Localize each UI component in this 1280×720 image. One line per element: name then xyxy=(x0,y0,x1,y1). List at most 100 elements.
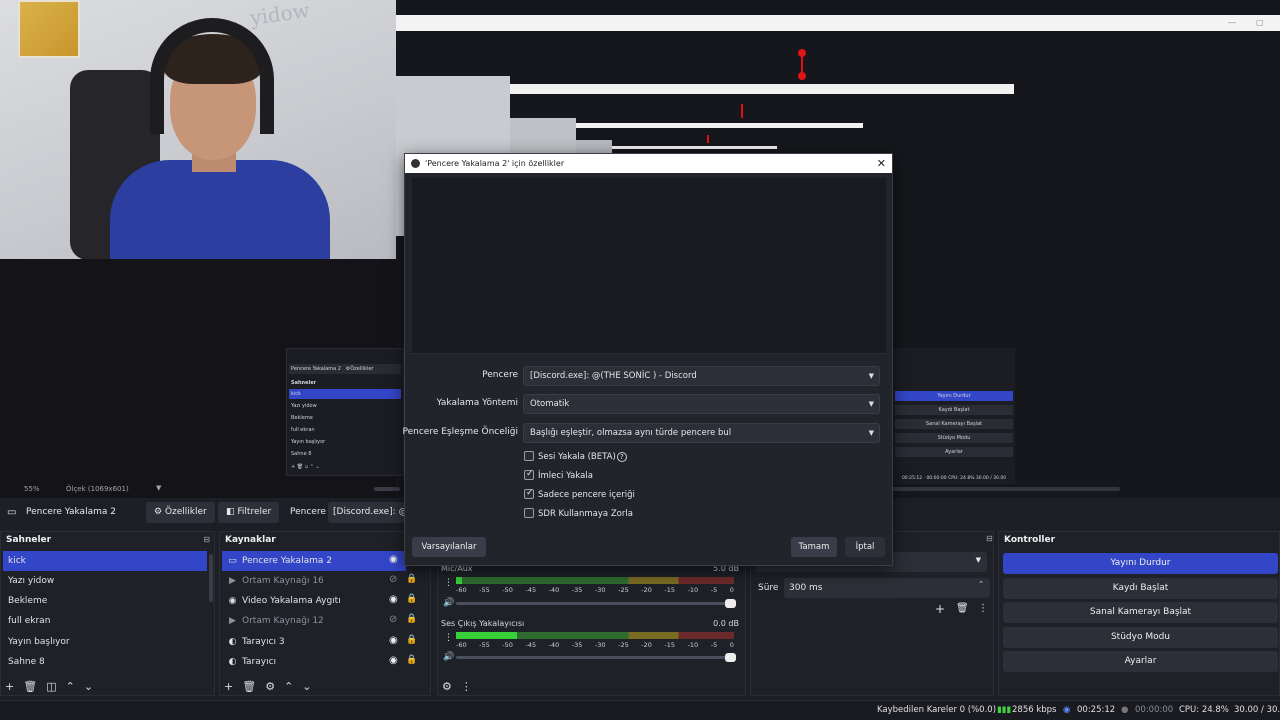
checkbox-box[interactable] xyxy=(524,487,534,499)
horizontal-scrollbar[interactable] xyxy=(374,487,400,491)
add-icon[interactable]: + xyxy=(224,680,233,693)
window-label: Pencere xyxy=(482,370,518,380)
properties-button[interactable]: ⚙ Özellikler xyxy=(146,502,215,523)
gear-icon[interactable]: ⚙ xyxy=(265,680,275,693)
settings-button[interactable]: Ayarlar xyxy=(1003,651,1278,672)
add-icon[interactable]: + xyxy=(5,680,14,693)
close-icon[interactable]: ✕ xyxy=(877,154,886,173)
volume-meter xyxy=(456,632,734,639)
source-label: Video Yakalama Aygıtı xyxy=(242,596,341,606)
trash-icon[interactable]: 🗑 xyxy=(242,680,256,693)
chevron-down-icon[interactable]: ⌄ xyxy=(84,680,93,693)
volume-meter xyxy=(456,577,734,584)
scene-item[interactable]: full ekran xyxy=(3,611,207,631)
zoom-label[interactable]: 55% xyxy=(24,485,40,493)
source-item[interactable]: ▶ Ortam Kaynağı 12 xyxy=(222,611,406,631)
volume-slider[interactable] xyxy=(456,599,736,608)
trash-icon[interactable]: 🗑 xyxy=(23,680,37,693)
eye-icon[interactable]: ◉ xyxy=(389,635,398,646)
trash-icon[interactable]: 🗑 xyxy=(956,603,969,614)
chevron-down-icon[interactable]: ⌄ xyxy=(302,680,311,693)
eye-hidden-icon[interactable]: ⊘ xyxy=(389,574,397,585)
meter-tick-label: -30 xyxy=(594,641,606,649)
eye-icon[interactable]: ◉ xyxy=(389,655,398,666)
signal-icon: ▮▮▮ xyxy=(997,705,1012,715)
capture-cursor-checkbox[interactable]: İmleci Yakala xyxy=(524,468,593,484)
start-recording-button[interactable]: Kaydı Başlat xyxy=(1003,578,1278,599)
scenes-scrollbar[interactable] xyxy=(209,554,213,602)
scene-item[interactable]: Bekleme xyxy=(3,591,207,611)
mini-scene-item: Bekleme xyxy=(291,415,313,421)
controls-title: Kontroller xyxy=(1004,535,1056,545)
source-item[interactable]: ◐ Tarayıcı xyxy=(222,652,406,672)
studio-mode-button[interactable]: Stüdyo Modu xyxy=(1003,627,1278,648)
volume-slider[interactable] xyxy=(456,653,736,662)
force-sdr-checkbox[interactable]: SDR Kullanmaya Zorla xyxy=(524,507,633,522)
cancel-button[interactable]: İptal xyxy=(845,537,885,557)
more-icon[interactable]: ⋮ xyxy=(978,603,988,614)
source-item[interactable]: ▭ Pencere Yakalama 2 xyxy=(222,551,406,571)
scene-item[interactable]: Yayın başlıyor xyxy=(3,632,207,652)
window-select[interactable]: [Discord.exe]: @(THE SONİC ) - Discord ▼ xyxy=(523,366,880,386)
dock-icon[interactable]: ⊟ xyxy=(986,534,993,543)
lock-icon[interactable]: 🔒 xyxy=(406,635,417,645)
transform-handle-bottom[interactable] xyxy=(798,72,806,80)
source-item[interactable]: ◐ Tarayıcı 3 xyxy=(222,632,406,652)
scenes-toolbar: + 🗑 ◫ ⌃ ⌄ xyxy=(5,680,102,693)
eye-hidden-icon[interactable]: ⊘ xyxy=(389,614,397,625)
spin-up-icon[interactable]: ⌃ xyxy=(978,574,984,594)
scale-dropdown-icon[interactable]: ▼ xyxy=(156,484,161,492)
scene-item-kick[interactable]: kick xyxy=(3,551,207,571)
more-icon[interactable]: ⋮ xyxy=(461,680,472,693)
speaker-icon[interactable]: 🔊 xyxy=(443,652,454,662)
lock-icon[interactable]: 🔒 xyxy=(406,614,417,624)
lock-icon[interactable]: 🔒 xyxy=(406,655,417,665)
start-virtual-camera-button[interactable]: Sanal Kamerayı Başlat xyxy=(1003,602,1278,623)
checkbox-label: SDR Kullanmaya Zorla xyxy=(538,509,633,519)
window-select[interactable]: [Discord.exe]: @(T xyxy=(328,502,408,523)
checkbox-box[interactable] xyxy=(524,507,534,518)
lock-icon[interactable]: 🔒 xyxy=(406,574,417,584)
speaker-icon[interactable]: 🔊 xyxy=(443,598,454,608)
match-priority-select[interactable]: Başlığı eşleştir, olmazsa aynı türde pen… xyxy=(523,423,880,443)
checkbox-label: Sadece pencere içeriği xyxy=(538,490,635,500)
lock-icon[interactable]: 🔒 xyxy=(406,594,417,604)
duration-value: 300 ms xyxy=(789,583,823,593)
meter-tick-label: -60 xyxy=(456,586,467,594)
eye-icon[interactable]: ◉ xyxy=(389,594,398,605)
dialog-preview xyxy=(412,178,886,354)
source-item[interactable]: ◉ Video Yakalama Aygıtı xyxy=(222,591,406,611)
capture-method-select[interactable]: Otomatik ▼ xyxy=(523,394,880,414)
more-icon[interactable]: ⋮ xyxy=(444,578,453,588)
client-area-checkbox[interactable]: Sadece pencere içeriği xyxy=(524,487,635,503)
gear-icon[interactable]: ⚙ xyxy=(442,680,452,693)
stop-streaming-button[interactable]: Yayını Durdur xyxy=(1003,553,1278,574)
checkbox-box[interactable] xyxy=(524,450,534,461)
more-icon[interactable]: ⋮ xyxy=(444,633,453,643)
webcam-feed: yidow xyxy=(0,0,396,259)
scene-item[interactable]: Yazı yidow xyxy=(3,571,207,591)
checkbox-box[interactable] xyxy=(524,468,534,480)
slider-knob[interactable] xyxy=(725,599,736,608)
meter-tick-label: -45 xyxy=(525,641,537,649)
capture-audio-checkbox[interactable]: Sesi Yakala (BETA)? xyxy=(524,450,627,465)
zoom-bar: 55% Ölçek (1069x601) ▼ xyxy=(0,482,400,498)
scene-item[interactable]: Sahne 8 xyxy=(3,652,207,672)
meter-tick-label: -55 xyxy=(479,641,490,649)
filters-button[interactable]: ◧ Filtreler xyxy=(218,502,280,523)
headphones xyxy=(150,18,274,134)
help-icon[interactable]: ? xyxy=(616,452,627,462)
defaults-button[interactable]: Varsayılanlar xyxy=(412,537,486,557)
chevron-up-icon[interactable]: ⌃ xyxy=(66,680,75,693)
ok-button[interactable]: Tamam xyxy=(791,537,837,557)
duration-input[interactable]: 300 ms ⌃ xyxy=(784,578,990,598)
scale-label[interactable]: Ölçek (1069x601) xyxy=(66,485,129,493)
source-item[interactable]: ▶ Ortam Kaynağı 16 xyxy=(222,571,406,591)
add-icon[interactable]: + xyxy=(935,602,945,616)
filter-icon[interactable]: ◫ xyxy=(46,680,56,693)
slider-knob[interactable] xyxy=(725,653,736,662)
dock-icon[interactable]: ⊟ xyxy=(203,532,210,548)
eye-icon[interactable]: ◉ xyxy=(389,554,398,565)
nested-obs-right: Yayını Durdur Kaydı Başlat Sanal Kameray… xyxy=(893,348,1015,484)
chevron-up-icon[interactable]: ⌃ xyxy=(284,680,293,693)
